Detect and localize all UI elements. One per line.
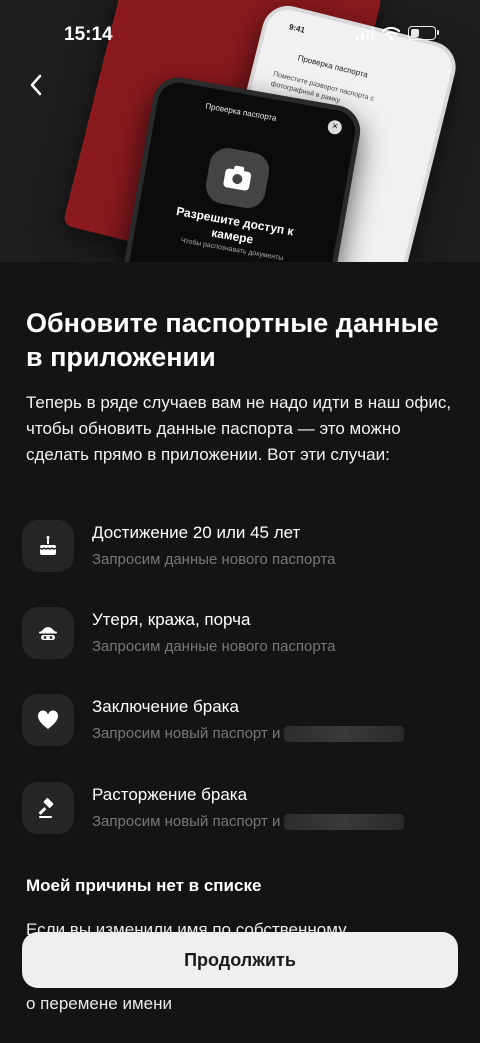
continue-button[interactable]: Продолжить (22, 932, 458, 988)
reason-subtitle: Запросим новый паспорт и (92, 813, 281, 830)
reason-title: Достижение 20 или 45 лет (92, 523, 301, 542)
reason-title: Утеря, кража, порча (92, 610, 251, 629)
battery-icon (408, 26, 439, 40)
back-button[interactable] (22, 70, 52, 100)
reason-title: Заключение брака (92, 697, 239, 716)
status-bar: 15:14 (0, 0, 480, 70)
camera-icon (203, 145, 272, 211)
reason-subtitle: Запросим данные нового паспорта (92, 551, 336, 568)
phone-title: Проверка паспорта (204, 101, 278, 123)
blurred-text (284, 726, 405, 743)
cake-icon (22, 520, 74, 572)
reason-title: Расторжение брака (92, 785, 248, 804)
reason-item-loss: Утеря, кража, порча Запросим данные ново… (22, 607, 462, 661)
gavel-icon (22, 782, 74, 834)
reason-subtitle: Запросим новый паспорт и (92, 725, 281, 742)
close-icon: × (326, 119, 343, 136)
hero-illustration: 9:41 Проверка паспорта Поместите разворо… (0, 0, 480, 262)
blurred-text (284, 814, 405, 831)
reason-item-marriage: Заключение брака Запросим новый паспорт … (22, 694, 462, 748)
thief-icon (22, 607, 74, 659)
reason-item-divorce: Расторжение брака Запросим новый паспорт… (22, 782, 462, 836)
page-title: Обновите паспортные данные в приложении (26, 308, 439, 372)
section-heading: Моей причины нет в списке (26, 876, 262, 895)
intro-text: Теперь в ряде случаев вам не надо идти в… (26, 393, 452, 464)
reason-item-age: Достижение 20 или 45 лет Запросим данные… (22, 520, 462, 574)
wifi-icon (382, 26, 400, 40)
chevron-left-icon (30, 74, 42, 96)
signal-icon (356, 26, 374, 40)
reason-subtitle: Запросим данные нового паспорта (92, 638, 336, 655)
status-time: 15:14 (64, 24, 113, 45)
section-text-continued: о перемене имени (26, 994, 172, 1013)
heart-icon (22, 694, 74, 746)
